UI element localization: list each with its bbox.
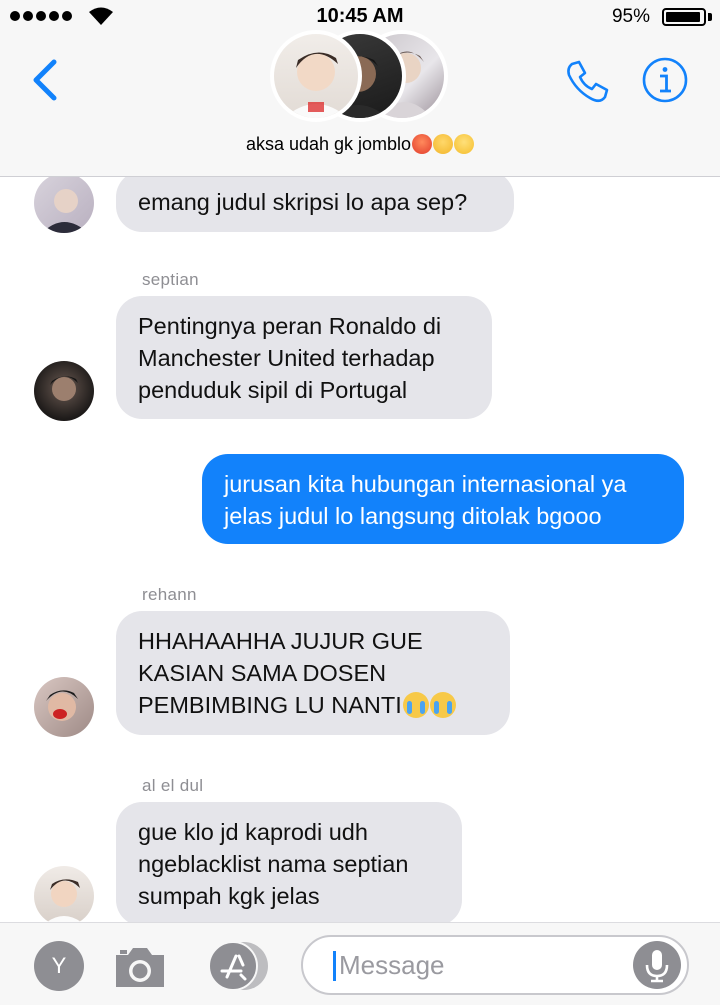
battery-icon — [662, 8, 706, 26]
message-text: Pentingnya peran Ronaldo di Manchester U… — [138, 313, 442, 403]
microphone-icon — [645, 950, 669, 983]
loudly-crying-face-icon — [429, 692, 456, 718]
loudly-crying-face-icon — [402, 692, 429, 718]
group-avatar-1 — [270, 30, 362, 122]
status-bar: 10:45 AM 95% — [0, 0, 720, 34]
group-name-text: aksa udah gk jomblo — [245, 134, 412, 154]
message-input[interactable]: Message — [301, 935, 689, 995]
phone-icon[interactable] — [562, 58, 610, 106]
sender-name: rehann — [142, 585, 197, 604]
camera-icon[interactable] — [112, 941, 168, 991]
sender-avatar[interactable] — [34, 361, 94, 421]
hot-face-icon — [412, 134, 433, 154]
sender-avatar[interactable] — [34, 177, 94, 233]
message-list[interactable]: emang judul skripsi lo apa sep? septian … — [0, 177, 720, 922]
back-chevron-icon[interactable] — [26, 58, 66, 102]
message-bubble[interactable]: emang judul skripsi lo apa sep? — [116, 177, 514, 232]
sender-name: septian — [142, 270, 199, 289]
group-name[interactable]: aksa udah gk jomblo — [0, 134, 720, 155]
microphone-button[interactable] — [633, 941, 681, 989]
message-text: jurusan kita hubungan internasional ya j… — [224, 471, 627, 529]
partying-face-icon — [433, 134, 454, 154]
message-bubble-outgoing[interactable]: jurusan kita hubungan internasional ya j… — [202, 454, 684, 544]
battery-nub — [708, 13, 712, 21]
message-bubble[interactable]: Pentingnya peran Ronaldo di Manchester U… — [116, 296, 492, 419]
battery-percentage: 95% — [611, 6, 650, 27]
app-drawer-button[interactable]: Y — [34, 941, 84, 991]
sender-name: al el dul — [142, 776, 204, 795]
group-avatars[interactable] — [270, 30, 450, 122]
app-button-label: Y — [51, 953, 67, 978]
sender-avatar[interactable] — [34, 677, 94, 737]
info-icon[interactable] — [642, 57, 688, 103]
message-text: gue klo jd kaprodi udh ngeblacklist nama… — [138, 819, 409, 909]
text-caret — [333, 951, 336, 981]
app-store-icon[interactable] — [205, 941, 269, 991]
star-struck-icon — [454, 134, 475, 154]
message-text: emang judul skripsi lo apa sep? — [138, 189, 468, 215]
message-placeholder: Message — [339, 950, 445, 980]
message-text: HHAHAAHHA JUJUR GUE KASIAN SAMA DOSEN PE… — [138, 628, 423, 718]
message-bubble[interactable]: HHAHAAHHA JUJUR GUE KASIAN SAMA DOSEN PE… — [116, 611, 510, 735]
compose-bar: Y Message — [0, 922, 720, 1005]
sender-avatar[interactable] — [34, 866, 94, 922]
message-bubble[interactable]: gue klo jd kaprodi udh ngeblacklist nama… — [116, 802, 462, 922]
